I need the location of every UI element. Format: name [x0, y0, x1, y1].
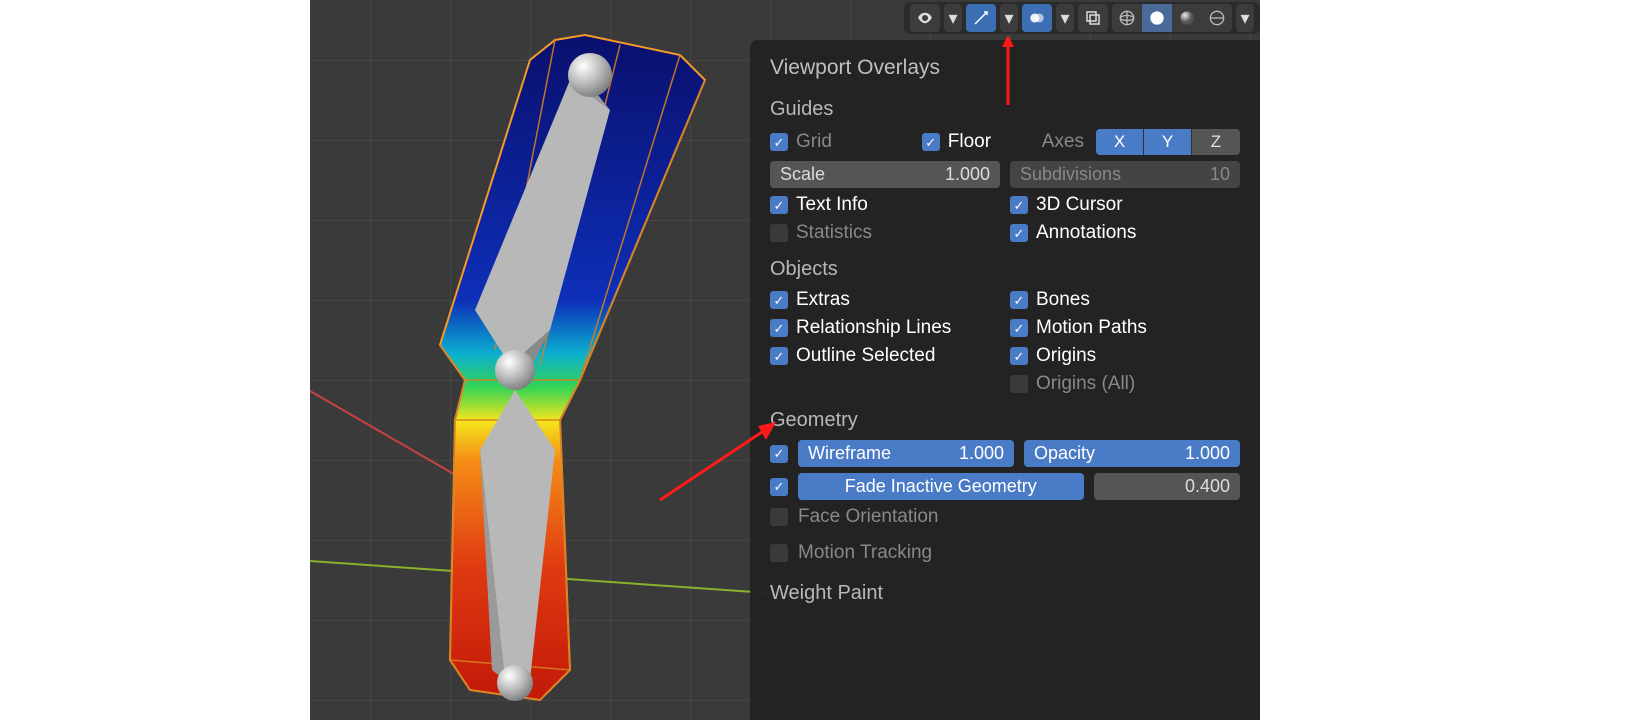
annotations-checkbox[interactable] [1010, 224, 1028, 242]
face-orientation-label: Face Orientation [798, 506, 938, 528]
floor-label: Floor [948, 131, 991, 153]
overlays-toggle[interactable] [1022, 4, 1052, 32]
grid-checkbox[interactable] [770, 133, 788, 151]
outline-selected-checkbox[interactable] [770, 347, 788, 365]
shading-solid[interactable] [1142, 4, 1172, 32]
statistics-label: Statistics [796, 222, 872, 244]
visibility-toggle[interactable] [910, 4, 940, 32]
axis-y-button[interactable]: Y [1144, 129, 1192, 155]
grid-label: Grid [796, 131, 832, 153]
arrow-to-overlays-dropdown [998, 35, 1018, 110]
axes-label: Axes [1042, 131, 1084, 153]
fade-inactive-value-field[interactable]: 0.400 [1094, 473, 1240, 500]
origins-label: Origins [1036, 345, 1096, 367]
section-objects: Objects [770, 258, 1240, 281]
xray-toggle[interactable] [1078, 4, 1108, 32]
origins-all-label: Origins (All) [1036, 373, 1135, 395]
shading-mode-group [1112, 4, 1232, 32]
gizmo-dropdown[interactable]: ▾ [1000, 4, 1018, 32]
relationship-lines-label: Relationship Lines [796, 317, 951, 339]
fade-inactive-label-field[interactable]: Fade Inactive Geometry [798, 473, 1084, 500]
section-geometry: Geometry [770, 409, 1240, 432]
visibility-dropdown[interactable]: ▾ [944, 4, 962, 32]
shading-matprev[interactable] [1172, 4, 1202, 32]
axis-z-button[interactable]: Z [1192, 129, 1240, 155]
face-orientation-checkbox[interactable] [770, 508, 788, 526]
textinfo-checkbox[interactable] [770, 196, 788, 214]
cursor3d-checkbox[interactable] [1010, 196, 1028, 214]
outline-selected-label: Outline Selected [796, 345, 935, 367]
bones-checkbox[interactable] [1010, 291, 1028, 309]
origins-all-checkbox[interactable] [1010, 375, 1028, 393]
shading-rendered[interactable] [1202, 4, 1232, 32]
floor-checkbox[interactable] [922, 133, 940, 151]
shading-dropdown[interactable]: ▾ [1236, 4, 1254, 32]
relationship-lines-checkbox[interactable] [770, 319, 788, 337]
annotations-label: Annotations [1036, 222, 1136, 244]
weight-painted-mesh [380, 30, 730, 710]
arrow-to-geometry-wireframe [660, 420, 780, 505]
wireframe-field[interactable]: Wireframe 1.000 [798, 440, 1014, 467]
statistics-checkbox[interactable] [770, 224, 788, 242]
motion-paths-checkbox[interactable] [1010, 319, 1028, 337]
extras-checkbox[interactable] [770, 291, 788, 309]
axis-x-button[interactable]: X [1096, 129, 1144, 155]
motion-tracking-checkbox[interactable] [770, 544, 788, 562]
textinfo-label: Text Info [796, 194, 868, 216]
section-weight-paint: Weight Paint [770, 582, 1240, 605]
subdivisions-field[interactable]: Subdivisions 10 [1010, 161, 1240, 188]
blender-viewport: ▾ ▾ ▾ ▾ [310, 0, 1260, 720]
gizmo-toggle[interactable] [966, 4, 996, 32]
extras-label: Extras [796, 289, 850, 311]
viewport-overlays-panel: Viewport Overlays Guides Grid Floor Axes… [750, 40, 1260, 720]
viewport-header-right: ▾ ▾ ▾ ▾ [904, 2, 1260, 34]
overlays-dropdown[interactable]: ▾ [1056, 4, 1074, 32]
cursor3d-label: 3D Cursor [1036, 194, 1123, 216]
opacity-field[interactable]: Opacity 1.000 [1024, 440, 1240, 467]
bones-label: Bones [1036, 289, 1090, 311]
shading-wireframe[interactable] [1112, 4, 1142, 32]
axes-buttons: X Y Z [1096, 129, 1240, 155]
origins-checkbox[interactable] [1010, 347, 1028, 365]
motion-tracking-label: Motion Tracking [798, 542, 932, 564]
motion-paths-label: Motion Paths [1036, 317, 1147, 339]
scale-field[interactable]: Scale 1.000 [770, 161, 1000, 188]
